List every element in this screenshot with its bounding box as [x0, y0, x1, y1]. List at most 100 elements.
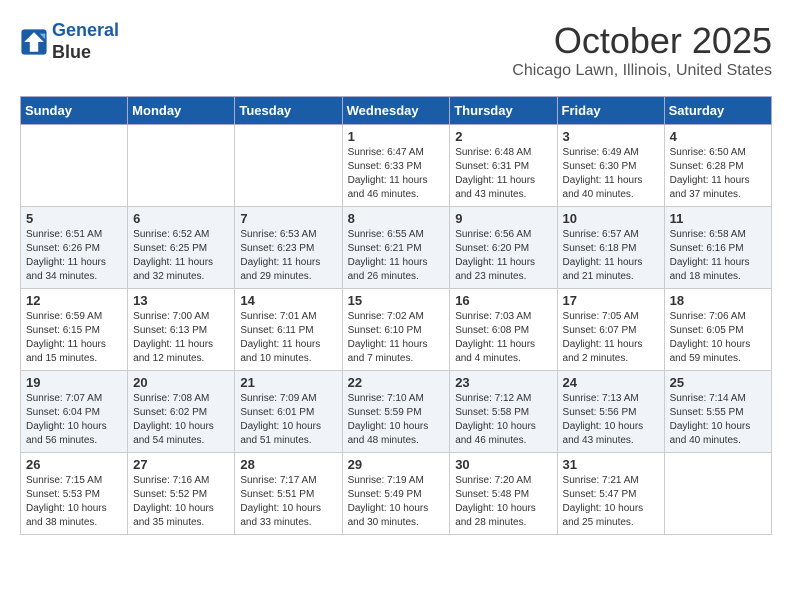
day-info: Sunrise: 7:13 AM Sunset: 5:56 PM Dayligh…	[563, 392, 659, 448]
day-number: 23	[455, 375, 551, 390]
weekday-header-tuesday: Tuesday	[235, 97, 342, 125]
day-info: Sunrise: 7:19 AM Sunset: 5:49 PM Dayligh…	[348, 474, 445, 530]
day-info: Sunrise: 7:00 AM Sunset: 6:13 PM Dayligh…	[133, 310, 229, 366]
calendar-cell: 8 Sunrise: 6:55 AM Sunset: 6:21 PM Daylig…	[342, 207, 450, 289]
day-number: 11	[670, 211, 766, 226]
day-number: 24	[563, 375, 659, 390]
calendar-cell: 20 Sunrise: 7:08 AM Sunset: 6:02 PM Dayli…	[128, 371, 235, 453]
calendar-cell: 2Sunrise: 6:48 AM Sunset: 6:31 PM Daylig…	[450, 125, 557, 207]
calendar-cell: 15 Sunrise: 7:02 AM Sunset: 6:10 PM Dayli…	[342, 289, 450, 371]
calendar-cell: 14 Sunrise: 7:01 AM Sunset: 6:11 PM Dayli…	[235, 289, 342, 371]
calendar-cell	[235, 125, 342, 207]
calendar-cell: 6 Sunrise: 6:52 AM Sunset: 6:25 PM Daylig…	[128, 207, 235, 289]
logo-line2: Blue	[52, 42, 119, 64]
calendar-week-row: 26 Sunrise: 7:15 AM Sunset: 5:53 PM Dayli…	[21, 453, 772, 535]
day-info: Sunrise: 7:17 AM Sunset: 5:51 PM Dayligh…	[240, 474, 336, 530]
calendar-cell: 16 Sunrise: 7:03 AM Sunset: 6:08 PM Dayli…	[450, 289, 557, 371]
calendar-cell: 24 Sunrise: 7:13 AM Sunset: 5:56 PM Dayli…	[557, 371, 664, 453]
location-subtitle: Chicago Lawn, Illinois, United States	[512, 62, 772, 80]
calendar-cell: 1Sunrise: 6:47 AM Sunset: 6:33 PM Daylig…	[342, 125, 450, 207]
day-number: 27	[133, 457, 229, 472]
logo-icon	[20, 28, 48, 56]
day-info: Sunrise: 7:01 AM Sunset: 6:11 PM Dayligh…	[240, 310, 336, 366]
day-number: 31	[563, 457, 659, 472]
day-number: 22	[348, 375, 445, 390]
weekday-header-wednesday: Wednesday	[342, 97, 450, 125]
calendar-cell: 22 Sunrise: 7:10 AM Sunset: 5:59 PM Dayli…	[342, 371, 450, 453]
logo-text: General Blue	[52, 20, 119, 63]
calendar-cell: 28 Sunrise: 7:17 AM Sunset: 5:51 PM Dayli…	[235, 453, 342, 535]
calendar-cell: 9Sunrise: 6:56 AM Sunset: 6:20 PM Daylig…	[450, 207, 557, 289]
logo: General Blue	[20, 20, 119, 63]
day-info: Sunrise: 7:21 AM Sunset: 5:47 PM Dayligh…	[563, 474, 659, 530]
weekday-header-sunday: Sunday	[21, 97, 128, 125]
day-info: Sunrise: 7:16 AM Sunset: 5:52 PM Dayligh…	[133, 474, 229, 530]
day-info: Sunrise: 7:08 AM Sunset: 6:02 PM Dayligh…	[133, 392, 229, 448]
day-number: 21	[240, 375, 336, 390]
day-info: Sunrise: 7:06 AM Sunset: 6:05 PM Dayligh…	[670, 310, 766, 366]
calendar-cell: 7Sunrise: 6:53 AM Sunset: 6:23 PM Daylig…	[235, 207, 342, 289]
month-title: October 2025	[512, 20, 772, 62]
calendar-cell: 26 Sunrise: 7:15 AM Sunset: 5:53 PM Dayli…	[21, 453, 128, 535]
day-number: 1	[348, 129, 445, 144]
title-block: October 2025 Chicago Lawn, Illinois, Uni…	[512, 20, 772, 80]
day-info: Sunrise: 6:57 AM Sunset: 6:18 PM Dayligh…	[563, 228, 659, 284]
day-info: Sunrise: 7:02 AM Sunset: 6:10 PM Dayligh…	[348, 310, 445, 366]
day-number: 26	[26, 457, 122, 472]
day-info: Sunrise: 6:59 AM Sunset: 6:15 PM Dayligh…	[26, 310, 122, 366]
day-info: Sunrise: 6:52 AM Sunset: 6:25 PM Dayligh…	[133, 228, 229, 284]
day-number: 5	[26, 211, 122, 226]
day-number: 19	[26, 375, 122, 390]
calendar-cell	[128, 125, 235, 207]
day-info: Sunrise: 7:03 AM Sunset: 6:08 PM Dayligh…	[455, 310, 551, 366]
day-number: 12	[26, 293, 122, 308]
day-info: Sunrise: 7:10 AM Sunset: 5:59 PM Dayligh…	[348, 392, 445, 448]
day-number: 4	[670, 129, 766, 144]
calendar-cell: 13Sunrise: 7:00 AM Sunset: 6:13 PM Dayli…	[128, 289, 235, 371]
calendar-cell: 31 Sunrise: 7:21 AM Sunset: 5:47 PM Dayli…	[557, 453, 664, 535]
calendar-table: SundayMondayTuesdayWednesdayThursdayFrid…	[20, 96, 772, 535]
day-number: 29	[348, 457, 445, 472]
day-info: Sunrise: 7:15 AM Sunset: 5:53 PM Dayligh…	[26, 474, 122, 530]
day-number: 16	[455, 293, 551, 308]
weekday-header-thursday: Thursday	[450, 97, 557, 125]
calendar-week-row: 19 Sunrise: 7:07 AM Sunset: 6:04 PM Dayli…	[21, 371, 772, 453]
calendar-week-row: 12 Sunrise: 6:59 AM Sunset: 6:15 PM Dayli…	[21, 289, 772, 371]
day-number: 10	[563, 211, 659, 226]
page-header: General Blue October 2025 Chicago Lawn, …	[20, 20, 772, 80]
calendar-cell: 27 Sunrise: 7:16 AM Sunset: 5:52 PM Dayli…	[128, 453, 235, 535]
day-number: 20	[133, 375, 229, 390]
day-number: 28	[240, 457, 336, 472]
day-info: Sunrise: 6:49 AM Sunset: 6:30 PM Dayligh…	[563, 146, 659, 202]
calendar-cell: 4 Sunrise: 6:50 AM Sunset: 6:28 PM Daylig…	[664, 125, 771, 207]
day-number: 8	[348, 211, 445, 226]
day-info: Sunrise: 6:58 AM Sunset: 6:16 PM Dayligh…	[670, 228, 766, 284]
day-info: Sunrise: 7:12 AM Sunset: 5:58 PM Dayligh…	[455, 392, 551, 448]
day-info: Sunrise: 6:55 AM Sunset: 6:21 PM Dayligh…	[348, 228, 445, 284]
day-number: 6	[133, 211, 229, 226]
weekday-header-friday: Friday	[557, 97, 664, 125]
calendar-cell: 3Sunrise: 6:49 AM Sunset: 6:30 PM Daylig…	[557, 125, 664, 207]
calendar-week-row: 5Sunrise: 6:51 AM Sunset: 6:26 PM Daylig…	[21, 207, 772, 289]
calendar-cell	[664, 453, 771, 535]
day-info: Sunrise: 6:53 AM Sunset: 6:23 PM Dayligh…	[240, 228, 336, 284]
day-info: Sunrise: 7:07 AM Sunset: 6:04 PM Dayligh…	[26, 392, 122, 448]
calendar-cell: 11 Sunrise: 6:58 AM Sunset: 6:16 PM Dayli…	[664, 207, 771, 289]
day-number: 14	[240, 293, 336, 308]
day-number: 17	[563, 293, 659, 308]
calendar-cell: 21Sunrise: 7:09 AM Sunset: 6:01 PM Dayli…	[235, 371, 342, 453]
day-info: Sunrise: 7:14 AM Sunset: 5:55 PM Dayligh…	[670, 392, 766, 448]
day-info: Sunrise: 6:50 AM Sunset: 6:28 PM Dayligh…	[670, 146, 766, 202]
calendar-week-row: 1Sunrise: 6:47 AM Sunset: 6:33 PM Daylig…	[21, 125, 772, 207]
weekday-header-monday: Monday	[128, 97, 235, 125]
weekday-header-saturday: Saturday	[664, 97, 771, 125]
calendar-cell: 17 Sunrise: 7:05 AM Sunset: 6:07 PM Dayli…	[557, 289, 664, 371]
calendar-cell: 19 Sunrise: 7:07 AM Sunset: 6:04 PM Dayli…	[21, 371, 128, 453]
day-number: 15	[348, 293, 445, 308]
weekday-header-row: SundayMondayTuesdayWednesdayThursdayFrid…	[21, 97, 772, 125]
day-number: 2	[455, 129, 551, 144]
logo-line1: General	[52, 20, 119, 40]
day-info: Sunrise: 7:05 AM Sunset: 6:07 PM Dayligh…	[563, 310, 659, 366]
day-number: 25	[670, 375, 766, 390]
calendar-cell: 5Sunrise: 6:51 AM Sunset: 6:26 PM Daylig…	[21, 207, 128, 289]
